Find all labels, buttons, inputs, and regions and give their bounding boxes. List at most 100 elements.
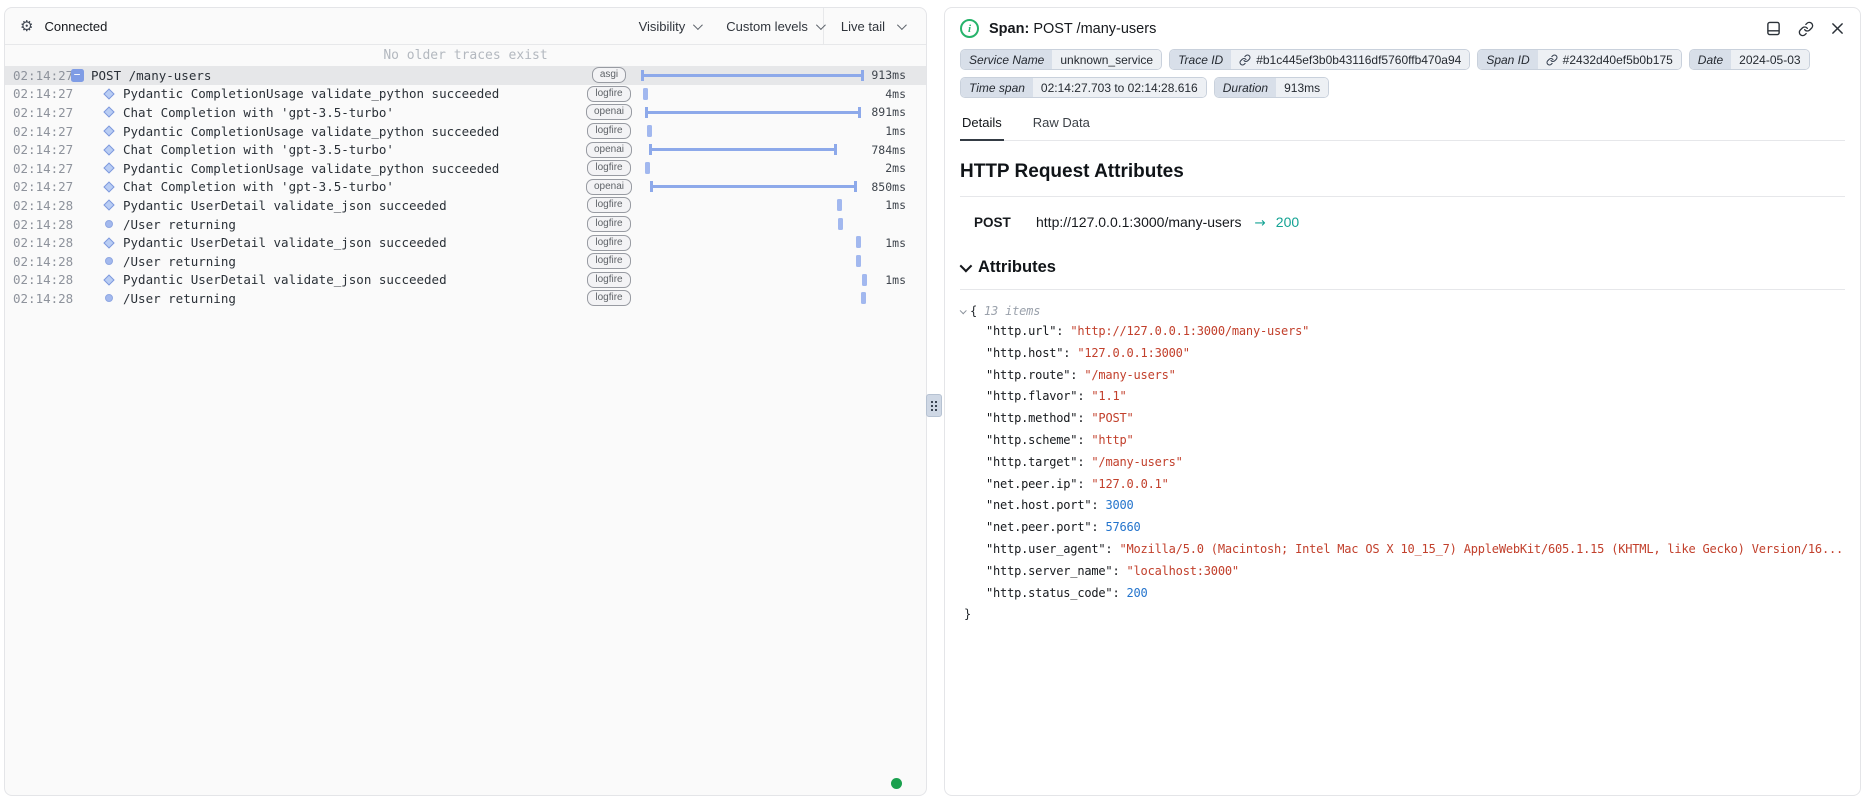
badge-value: #2432d40ef5b0b175 [1563,53,1673,67]
visibility-dropdown[interactable]: Visibility [639,8,701,44]
trace-row[interactable]: 02:14:27 Chat Completion with 'gpt-3.5-t… [5,140,926,159]
trace-timestamp: 02:14:28 [5,291,67,306]
trace-row[interactable]: 02:14:27 Chat Completion with 'gpt-3.5-t… [5,178,926,197]
span-kind-label: Span: [989,21,1029,37]
settings-gear-icon[interactable]: ⚙ [20,19,33,34]
trace-timestamp: 02:14:28 [5,272,67,287]
trace-timestamp: 02:14:27 [5,86,67,101]
trace-row[interactable]: 02:14:27 Chat Completion with 'gpt-3.5-t… [5,103,926,122]
dock-panel-icon[interactable] [1766,21,1781,36]
trace-timestamp: 02:14:27 [5,161,67,176]
trace-timestamp: 02:14:28 [5,198,67,213]
json-entry: "net.host.port": 3000 [960,495,1845,517]
trace-tag: logfire [587,290,630,306]
json-value: "POST" [1091,411,1133,425]
close-icon[interactable] [1831,22,1844,35]
trace-timeline [641,289,864,308]
chevron-down-icon [960,307,967,314]
badge-value: 02:14:27.703 to 02:14:28.616 [1033,78,1206,97]
trace-row-root-span[interactable]: 02:14:27 POST /many-users asgi 913ms [5,66,926,85]
trace-timestamp: 02:14:27 [5,105,67,120]
badge-label: Date [1690,50,1731,69]
link-icon[interactable] [1798,21,1814,37]
trace-timestamp: 02:14:28 [5,254,67,269]
json-key: "http.route": [986,368,1077,382]
panel-resize-handle[interactable] [926,394,942,417]
trace-row[interactable]: 02:14:28 Pydantic UserDetail validate_js… [5,233,926,252]
diamond-icon [103,107,114,118]
attributes-json-viewer: { 13 items "http.url": "http://127.0.0.1… [960,301,1845,626]
http-url: http://127.0.0.1:3000/many-users [1036,214,1241,230]
json-value: 57660 [1105,520,1140,534]
trace-label: /User returning [123,217,581,232]
json-entry: "http.scheme": "http" [960,430,1845,452]
trace-row[interactable]: 02:14:27 Pydantic CompletionUsage valida… [5,122,926,141]
badge-label: Time span [961,78,1033,97]
trace-label: Pydantic UserDetail validate_json succee… [123,198,581,213]
trace-timestamp: 02:14:27 [5,124,67,139]
trace-row[interactable]: 02:14:28 /User returning logfire [5,215,926,234]
http-request-summary: POST http://127.0.0.1:3000/many-users → … [960,214,1845,231]
live-tail-dropdown[interactable]: Live tail [823,8,926,44]
http-method: POST [974,215,1036,230]
trace-label: POST /many-users [91,68,581,83]
close-brace: } [960,604,1845,626]
trace-tag: asgi [592,67,626,83]
json-key: "http.scheme": [986,433,1084,447]
trace-label: Chat Completion with 'gpt-3.5-turbo' [123,142,581,157]
connection-status: Connected [44,19,107,34]
json-key: "http.method": [986,411,1084,425]
trace-label: Pydantic UserDetail validate_json succee… [123,235,581,250]
json-key: "http.host": [986,346,1070,360]
details-tabs: Details Raw Data [960,111,1845,141]
json-entry: "http.server_name": "localhost:3000" [960,561,1845,583]
trace-row[interactable]: 02:14:28 Pydantic UserDetail validate_js… [5,271,926,290]
trace-row[interactable]: 02:14:28 Pydantic UserDetail validate_js… [5,196,926,215]
trace-duration: 1ms [864,198,926,212]
diamond-icon [103,144,114,155]
tab-details[interactable]: Details [960,111,1004,141]
badge-value: 2024-05-03 [1731,50,1808,69]
badge-value: unknown_service [1052,50,1161,69]
trace-tag: logfire [587,160,630,176]
trace-tag: logfire [587,123,630,139]
attributes-section-toggle[interactable]: Attributes [960,258,1845,277]
trace-tag: logfire [587,272,630,288]
chevron-down-icon [897,20,907,30]
trace-label: Pydantic UserDetail validate_json succee… [123,272,581,287]
diamond-icon [103,125,114,136]
event-marker-bar [856,255,861,267]
trace-timeline [641,178,864,197]
badge-trace-id[interactable]: Trace ID #b1c445ef3b0b43116df5760ffb470a… [1169,49,1470,70]
custom-levels-label: Custom levels [726,19,808,34]
json-value: "/many-users" [1084,368,1175,382]
trace-row[interactable]: 02:14:27 Pydantic CompletionUsage valida… [5,159,926,178]
span-duration-bar [650,181,857,192]
span-duration-bar [645,107,860,118]
trace-tag: logfire [587,216,630,232]
trace-timeline [641,85,864,104]
trace-row[interactable]: 02:14:28 /User returning logfire [5,289,926,308]
collapse-square-icon[interactable] [71,69,84,82]
json-key: "http.user_agent": [986,542,1112,556]
attributes-title: Attributes [978,258,1056,277]
json-open-line[interactable]: { 13 items [960,301,1845,321]
trace-timestamp: 02:14:28 [5,235,67,250]
badge-span-id[interactable]: Span ID #2432d40ef5b0b175 [1477,49,1681,70]
trace-row[interactable]: 02:14:27 Pydantic CompletionUsage valida… [5,85,926,104]
json-key: "http.url": [986,324,1063,338]
diamond-icon [103,274,114,285]
json-value: "127.0.0.1:3000" [1077,346,1189,360]
trace-duration: 1ms [864,273,926,287]
custom-levels-dropdown[interactable]: Custom levels [726,8,823,44]
trace-timeline [641,103,864,122]
trace-list-panel: ⚙ Connected Visibility Custom levels Liv… [4,7,927,796]
badge-value: 913ms [1276,78,1328,97]
trace-label: Pydantic CompletionUsage validate_python… [123,86,581,101]
span-name: POST /many-users [1033,21,1156,37]
span-details-header: i Span: POST /many-users [945,8,1860,47]
trace-row[interactable]: 02:14:28 /User returning logfire [5,252,926,271]
tab-raw-data[interactable]: Raw Data [1031,111,1092,140]
chevron-down-icon [693,20,703,30]
trace-timeline [641,252,864,271]
